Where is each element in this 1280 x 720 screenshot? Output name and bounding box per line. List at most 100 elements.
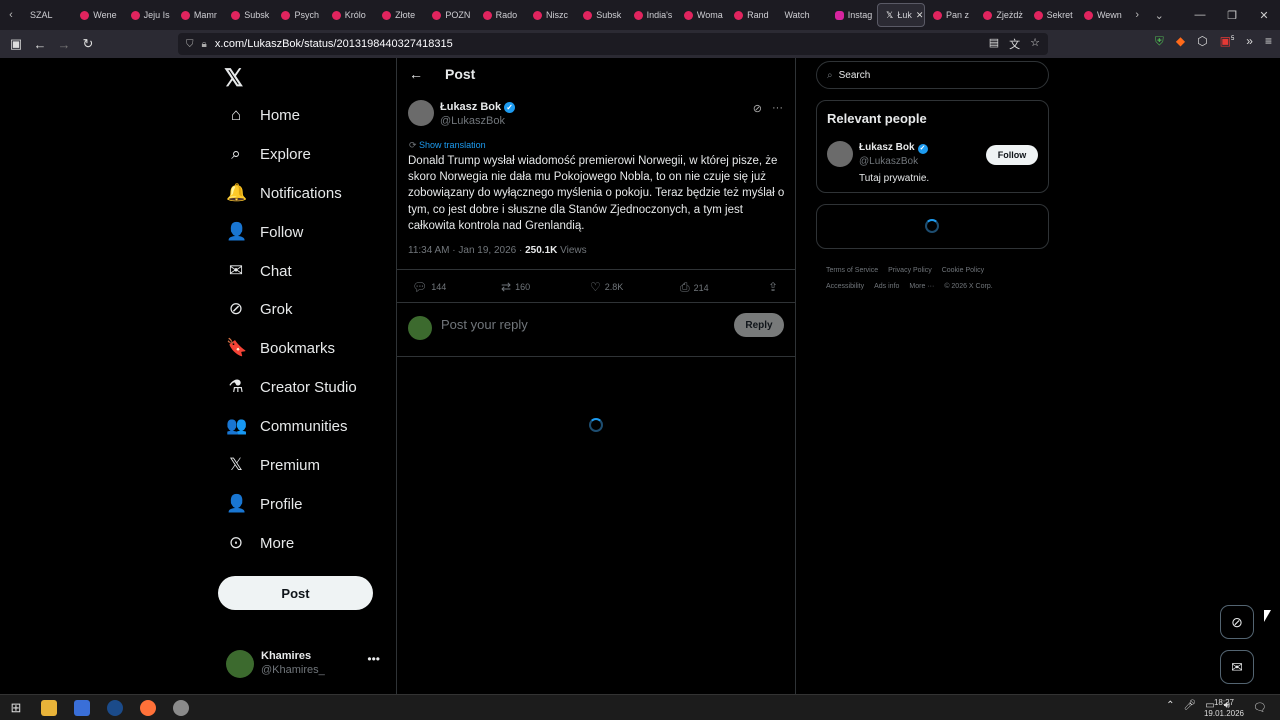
- back-arrow-icon[interactable]: ←: [409, 66, 423, 82]
- lock-icon[interactable]: 🔒︎: [202, 39, 207, 50]
- follow-button[interactable]: Follow: [986, 145, 1038, 165]
- person-name[interactable]: Łukasz Bok: [859, 142, 915, 153]
- browser-tab[interactable]: SZAL: [22, 0, 72, 30]
- steam-icon[interactable]: [107, 700, 123, 716]
- browser-tab[interactable]: Królo: [324, 0, 374, 30]
- firefox-icon[interactable]: [140, 700, 156, 716]
- app-menu-icon[interactable]: ≡: [1265, 34, 1272, 49]
- x-logo-icon[interactable]: 𝕏: [224, 64, 243, 93]
- browser-tab[interactable]: Woma: [676, 0, 726, 30]
- author-name[interactable]: Łukasz Bok: [440, 101, 501, 113]
- grok-icon[interactable]: ⊘: [753, 102, 762, 115]
- browser-tab[interactable]: Psych: [273, 0, 323, 30]
- footer-link[interactable]: Terms of Service: [826, 267, 878, 274]
- tray-chevron-up-icon[interactable]: ⌃: [1166, 700, 1174, 711]
- nav-item-follow[interactable]: 👤 Follow: [226, 217, 303, 247]
- nav-item-creator-studio[interactable]: ⚗ Creator Studio: [226, 372, 356, 402]
- sidebar-toggle-icon[interactable]: ▣: [4, 32, 28, 56]
- overflow-chevrons-icon[interactable]: »: [1246, 34, 1253, 49]
- messages-fab-icon[interactable]: ✉: [1220, 650, 1254, 684]
- microphone-icon[interactable]: 🎤︎: [1184, 700, 1197, 711]
- tab-scroll-right-icon[interactable]: ›: [1126, 0, 1148, 30]
- ublock-shield-icon[interactable]: ⛨: [1155, 34, 1164, 49]
- reply-action[interactable]: 💬︎ 144: [412, 280, 446, 294]
- extensions-puzzle-icon[interactable]: ⬡: [1197, 34, 1207, 49]
- browser-tab[interactable]: Subsk: [223, 0, 273, 30]
- browser-tab[interactable]: Watch: [11, 0, 826, 196]
- back-arrow-icon[interactable]: ←: [28, 32, 52, 56]
- reload-icon[interactable]: ↻: [76, 32, 100, 56]
- avatar[interactable]: [226, 650, 254, 678]
- app-icon[interactable]: [173, 700, 189, 716]
- person-avatar[interactable]: [827, 141, 853, 167]
- translate-icon[interactable]: 文: [1009, 36, 1020, 52]
- browser-tab[interactable]: POZN: [424, 0, 474, 30]
- show-translation-link[interactable]: ⟳ Show translation: [409, 140, 486, 151]
- browser-tab[interactable]: Złote: [374, 0, 424, 30]
- tab-list-chevron-down-icon[interactable]: ⌄: [1148, 0, 1170, 30]
- author-avatar[interactable]: [408, 100, 434, 126]
- shield-icon[interactable]: ⛉: [186, 39, 194, 50]
- browser-tab[interactable]: Wewn: [1076, 0, 1126, 30]
- browser-tab[interactable]: Rand: [726, 0, 776, 30]
- nav-item-explore[interactable]: ⌕ Explore: [226, 139, 311, 169]
- extension-badge-icon[interactable]: ▣5: [1220, 34, 1235, 49]
- address-bar[interactable]: ⛉ 🔒︎ x.com/LukaszBok/status/201319844032…: [178, 33, 1048, 55]
- share-action[interactable]: ⇪: [768, 280, 778, 294]
- minimize-icon[interactable]: —: [1184, 0, 1216, 30]
- nav-item-chat[interactable]: ✉ Chat: [226, 256, 292, 286]
- nav-item-more[interactable]: ⊙ More: [226, 528, 294, 558]
- footer-link[interactable]: Privacy Policy: [888, 267, 932, 274]
- more-dots-icon[interactable]: ···: [772, 102, 783, 115]
- reply-button[interactable]: Reply: [734, 313, 784, 337]
- url-text[interactable]: x.com/LukaszBok/status/20131984403274183…: [215, 38, 453, 50]
- browser-tab[interactable]: 𝕏 Łuk ✕: [877, 3, 926, 27]
- browser-tab[interactable]: Subsk: [575, 0, 625, 30]
- browser-tab[interactable]: India's: [626, 0, 676, 30]
- footer-link[interactable]: Cookie Policy: [942, 267, 984, 274]
- nav-item-grok[interactable]: ⊘ Grok: [226, 294, 293, 324]
- nav-item-bookmarks[interactable]: 🔖 Bookmarks: [226, 333, 335, 363]
- browser-tab[interactable]: Wene: [72, 0, 122, 30]
- repost-action[interactable]: ⇄ 160: [501, 280, 530, 294]
- nav-item-notifications[interactable]: 🔔 Notifications: [226, 178, 342, 208]
- author-handle[interactable]: @LukaszBok: [440, 115, 505, 127]
- nav-item-communities[interactable]: 👥 Communities: [226, 411, 348, 441]
- browser-tab[interactable]: Rado: [475, 0, 525, 30]
- post-timestamp[interactable]: 11:34 AM · Jan 19, 2026 ·: [408, 245, 525, 256]
- like-action[interactable]: ♡ 2.8K: [590, 280, 623, 294]
- nav-item-profile[interactable]: 👤 Profile: [226, 489, 303, 519]
- browser-tab[interactable]: Pan z: [925, 0, 975, 30]
- footer-link[interactable]: Ads info: [874, 283, 899, 290]
- extension-fox-icon[interactable]: ◆: [1176, 34, 1185, 49]
- account-switcher[interactable]: Khamires @Khamires_ •••: [226, 648, 386, 684]
- browser-tab[interactable]: Zjeżdż: [975, 0, 1025, 30]
- nav-item-home[interactable]: ⌂ Home: [226, 100, 300, 130]
- bookmark-star-icon[interactable]: ☆: [1030, 36, 1040, 52]
- post-button[interactable]: Post: [218, 576, 373, 610]
- browser-tab[interactable]: Sekret: [1026, 0, 1076, 30]
- app-icon[interactable]: [74, 700, 90, 716]
- windows-start-icon[interactable]: ⊞: [8, 700, 24, 716]
- person-name-row[interactable]: Łukasz Bok ✓: [859, 142, 928, 154]
- close-window-icon[interactable]: ✕: [1248, 0, 1280, 30]
- footer-link[interactable]: Accessibility: [826, 283, 864, 290]
- tab-close-icon[interactable]: ✕: [916, 10, 924, 21]
- footer-link[interactable]: More ···: [909, 283, 934, 290]
- search-input[interactable]: ⌕ Search: [816, 61, 1049, 89]
- browser-tab[interactable]: Instag: [827, 0, 877, 30]
- forward-arrow-icon[interactable]: →: [52, 32, 76, 56]
- person-handle[interactable]: @LukaszBok: [859, 156, 918, 167]
- notification-icon[interactable]: 🗨︎: [1253, 701, 1267, 714]
- grok-fab-icon[interactable]: ⊘: [1220, 605, 1254, 639]
- author-name-row[interactable]: Łukasz Bok ✓: [440, 101, 516, 113]
- browser-tab[interactable]: Jeju Is: [123, 0, 173, 30]
- reply-input[interactable]: Post your reply: [441, 317, 528, 332]
- more-dots-icon[interactable]: •••: [367, 652, 380, 666]
- file-explorer-icon[interactable]: [41, 700, 57, 716]
- reader-view-icon[interactable]: ▤: [989, 36, 999, 52]
- browser-tab[interactable]: Mamr: [173, 0, 223, 30]
- taskbar-clock[interactable]: 18:27 19.01.2026: [1204, 697, 1244, 719]
- tab-scroll-left-icon[interactable]: ‹: [0, 0, 22, 30]
- maximize-icon[interactable]: ❐: [1216, 0, 1248, 30]
